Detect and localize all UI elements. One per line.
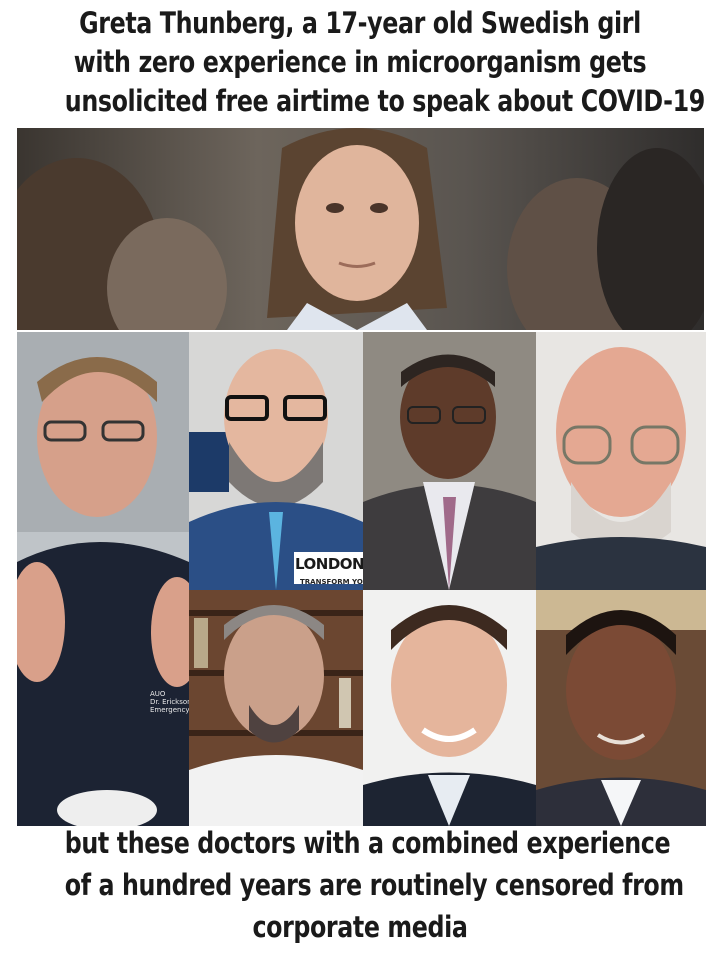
bottom-caption-line-2: of a hundred years are routinely censore… [64, 868, 684, 902]
doctor-photo-4 [536, 332, 706, 590]
doctor-photo-7 [536, 590, 706, 826]
hero-photo [17, 128, 704, 330]
doctor-photo-5 [189, 590, 363, 826]
bottom-caption-line-1: but these doctors with a combined experi… [64, 826, 671, 860]
doctor-photo-1 [17, 332, 189, 826]
top-caption-line-2: with zero experience in microorganism ge… [73, 45, 647, 79]
doctor-photo-2 [189, 332, 363, 590]
top-caption-line-1: Greta Thunberg, a 17-year old Swedish gi… [79, 6, 641, 40]
doctor-photo-3 [363, 332, 536, 590]
bottom-caption-line-3: corporate media [252, 910, 468, 944]
bottom-caption: but these doctors with a combined experi… [64, 822, 684, 948]
top-caption-line-3: unsolicited free airtime to speak about … [64, 84, 706, 118]
london-overlay: LONDON [295, 555, 365, 573]
london-subtext: TRANSFORM YO [300, 578, 363, 586]
top-caption: Greta Thunberg, a 17-year old Swedish gi… [64, 4, 706, 121]
doctor-photo-6 [363, 590, 536, 826]
